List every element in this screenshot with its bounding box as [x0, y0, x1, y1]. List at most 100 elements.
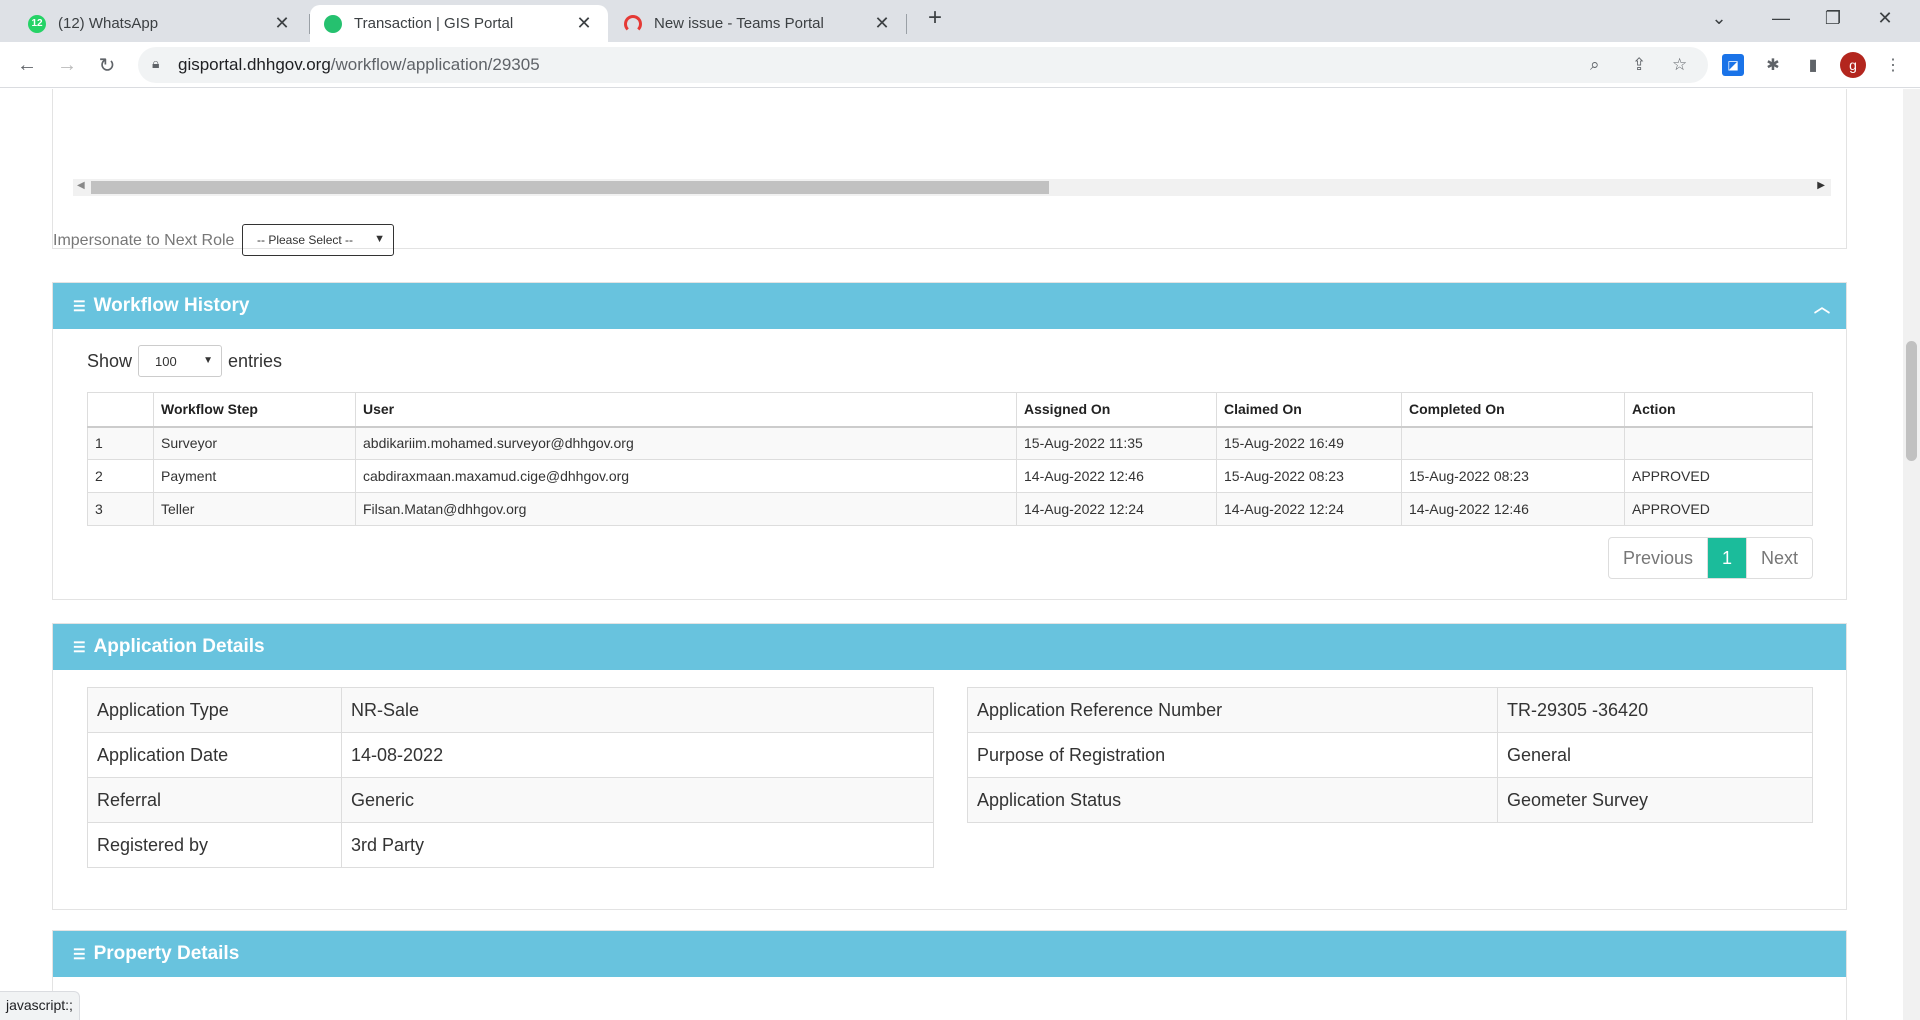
entries-label: entries [228, 350, 283, 371]
share-icon[interactable]: ⇪ [1632, 55, 1646, 75]
status-bar-link-preview: javascript:; [0, 991, 80, 1020]
detail-label: Referral [87, 777, 342, 823]
application-details-title: Application Details [93, 636, 265, 657]
application-details-left-table: Application Type NR-Sale Application Dat… [87, 687, 934, 868]
table-cell: 1 [87, 426, 154, 460]
table-cell: 15-Aug-2022 08:23 [1216, 459, 1402, 493]
scrollbar-thumb[interactable] [1906, 341, 1917, 461]
detail-label: Purpose of Registration [967, 732, 1498, 778]
scroll-left-arrow-icon[interactable]: ◀ [77, 180, 85, 191]
lock-icon: 🔒︎ [152, 55, 160, 71]
page-size-value: 100 [155, 353, 177, 369]
teams-portal-favicon-icon [624, 14, 642, 33]
collapse-chevron-up-icon[interactable]: ︿ [1814, 293, 1830, 317]
workflow-history-title: Workflow History [93, 295, 250, 316]
extensions-puzzle-icon[interactable]: ✱ [1762, 54, 1784, 76]
page-1-button[interactable]: 1 [1707, 538, 1746, 578]
table-cell: 15-Aug-2022 11:35 [1016, 426, 1217, 460]
tab-search-chevron-icon[interactable]: ⌄ [1704, 8, 1734, 29]
workflow-history-header[interactable]: ☰ Workflow History ︿ [53, 283, 1846, 329]
close-window-icon[interactable]: ✕ [1870, 8, 1900, 29]
scrollbar-thumb[interactable] [91, 181, 1049, 194]
scroll-right-arrow-icon[interactable]: ▶ [1817, 180, 1825, 191]
url-path: /workflow/application/29305 [330, 55, 540, 74]
list-icon: ☰ [73, 945, 86, 962]
table-cell: 14-Aug-2022 12:24 [1016, 492, 1217, 526]
table-header-row: Workflow Step User Assigned On Claimed O… [87, 392, 1813, 428]
column-header[interactable]: Action [1624, 392, 1813, 428]
close-tab-icon[interactable]: ✕ [872, 13, 892, 34]
detail-label: Application Date [87, 732, 342, 778]
menu-kebab-icon[interactable]: ⋮ [1882, 54, 1904, 76]
detail-row: Purpose of Registration General [967, 732, 1813, 778]
table-cell: 2 [87, 459, 154, 493]
back-icon[interactable]: ← [12, 50, 42, 80]
table-row: 2 Payment cabdiraxmaan.maxamud.cige@dhhg… [87, 459, 1813, 493]
tab-title: (12) WhatsApp [58, 15, 159, 32]
side-panel-icon[interactable]: ▮ [1802, 54, 1824, 76]
list-icon: ☰ [73, 638, 86, 655]
property-details-card: ☰ Property Details [52, 930, 1847, 1020]
profile-avatar[interactable]: g [1840, 52, 1866, 78]
detail-value: 3rd Party [341, 822, 934, 868]
previous-page-button[interactable]: Previous [1609, 538, 1708, 578]
table-cell: 14-Aug-2022 12:46 [1016, 459, 1217, 493]
chevron-down-icon: ▼ [203, 355, 214, 366]
property-details-header[interactable]: ☰ Property Details [53, 931, 1846, 977]
zoom-icon[interactable]: ⌕ [1590, 55, 1600, 75]
impersonate-label: Impersonate to Next Role [53, 232, 235, 249]
detail-row: Registered by 3rd Party [87, 822, 934, 868]
status-approved: APPROVED [1624, 492, 1813, 526]
gis-portal-favicon-icon [324, 14, 342, 33]
forward-icon[interactable]: → [52, 50, 82, 80]
workflow-history-card: ☰ Workflow History ︿ Show 100 ▼ entries … [52, 282, 1847, 600]
impersonate-role-select[interactable]: -- Please Select -- ▼ [242, 224, 394, 256]
application-details-right-table: Application Reference Number TR-29305 -3… [967, 687, 1813, 823]
minimize-icon[interactable]: — [1766, 8, 1796, 29]
reload-icon[interactable]: ↻ [92, 50, 122, 80]
column-header[interactable] [87, 392, 154, 428]
column-header[interactable]: User [355, 392, 1017, 428]
detail-row: Application Status Geometer Survey [967, 777, 1813, 823]
tab-teams-portal[interactable]: New issue - Teams Portal ✕ [610, 5, 906, 42]
impersonate-select-value: -- Please Select -- [257, 233, 354, 247]
tab-whatsapp[interactable]: 12 (12) WhatsApp ✕ [14, 5, 306, 42]
detail-row: Referral Generic [87, 777, 934, 823]
detail-value: TR-29305 -36420 [1497, 687, 1813, 733]
bookmark-star-icon[interactable]: ☆ [1672, 55, 1687, 75]
detail-label: Application Reference Number [967, 687, 1498, 733]
detail-value: Generic [341, 777, 934, 823]
detail-value: Geometer Survey [1497, 777, 1813, 823]
detail-value: 14-08-2022 [341, 732, 934, 778]
restore-icon[interactable]: ❐ [1818, 8, 1848, 29]
application-details-header[interactable]: ☰ Application Details [53, 624, 1846, 670]
detail-label: Application Status [967, 777, 1498, 823]
table-cell: Payment [153, 459, 356, 493]
property-details-title: Property Details [93, 943, 240, 964]
table-cell [1624, 426, 1813, 460]
page-viewport: ◀ ▶ Impersonate to Next Role -- Please S… [0, 89, 1920, 1020]
whatsapp-favicon-icon: 12 [28, 14, 46, 33]
column-header[interactable]: Claimed On [1216, 392, 1402, 428]
horizontal-scrollbar[interactable]: ◀ ▶ [73, 179, 1831, 196]
show-label: Show [87, 350, 133, 371]
tab-gis-portal[interactable]: Transaction | GIS Portal ✕ [310, 5, 608, 42]
chevron-down-icon: ▼ [374, 233, 385, 245]
column-header[interactable]: Completed On [1401, 392, 1625, 428]
table-cell: 14-Aug-2022 12:46 [1401, 492, 1625, 526]
table-cell: 15-Aug-2022 16:49 [1216, 426, 1402, 460]
detail-label: Application Type [87, 687, 342, 733]
detail-value: NR-Sale [341, 687, 934, 733]
vertical-scrollbar[interactable] [1903, 89, 1920, 1020]
column-header[interactable]: Assigned On [1016, 392, 1217, 428]
close-tab-icon[interactable]: ✕ [272, 13, 292, 34]
next-page-button[interactable]: Next [1745, 538, 1812, 578]
close-tab-icon[interactable]: ✕ [574, 13, 594, 34]
address-bar[interactable]: 🔒︎ gisportal.dhhgov.org/workflow/applica… [138, 47, 1708, 83]
column-header[interactable]: Workflow Step [153, 392, 356, 428]
extension-icon[interactable]: ◪ [1722, 54, 1744, 76]
page-size-select[interactable]: 100 ▼ [138, 345, 223, 377]
new-tab-icon[interactable]: + [920, 4, 950, 32]
detail-row: Application Reference Number TR-29305 -3… [967, 687, 1813, 733]
application-details-card: ☰ Application Details Application Type N… [52, 623, 1847, 910]
